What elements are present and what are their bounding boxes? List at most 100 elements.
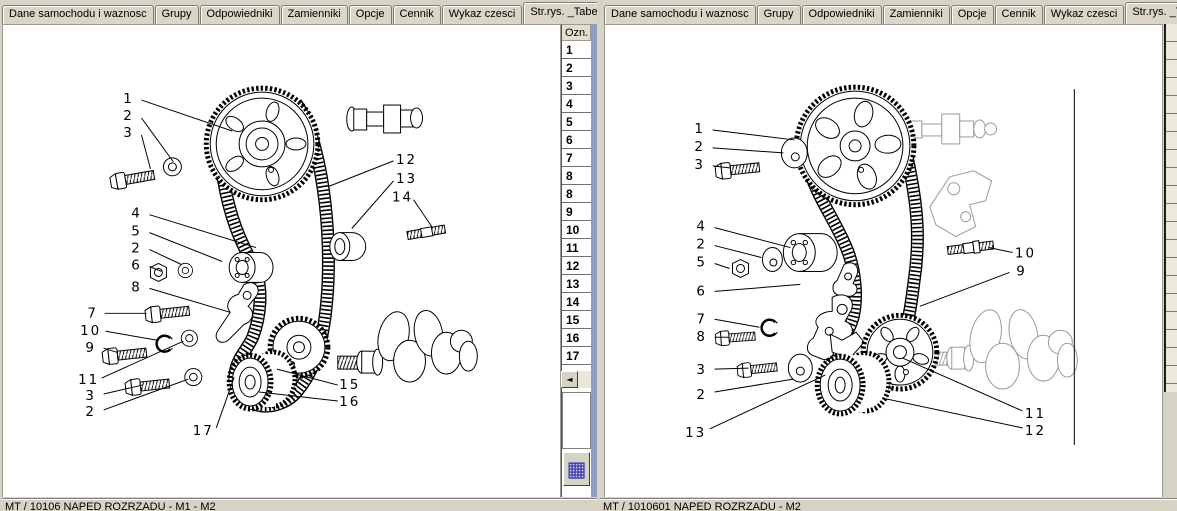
tab-4[interactable]: Zamienniki [883,5,950,24]
callout-number: 3 [123,126,134,141]
parts-table-row[interactable]: 14 [562,293,591,311]
callout-line [106,331,158,340]
bolt [102,345,147,365]
parts-table-header: Ozn. [562,24,591,41]
callout-number: 6 [696,284,707,299]
bolt [737,360,778,378]
callout-line [715,228,791,248]
tab-3[interactable]: Odpowiedniki [200,5,280,24]
horizontal-scrollbar[interactable]: ◄ [561,371,591,388]
callout-line [715,246,762,258]
parts-table-row[interactable]: 5 [562,113,591,131]
callout-line [142,135,151,169]
callout-number: 13 [685,426,706,441]
parts-table-row[interactable]: 7 [562,149,591,167]
tab-4[interactable]: Zamienniki [281,5,348,24]
selection-listbox[interactable] [562,392,591,449]
stud [407,225,446,240]
parts-table-row[interactable]: 1 [562,41,591,59]
parts-table-row[interactable]: 8 [562,167,591,185]
parts-table-row[interactable]: 11 [562,239,591,257]
callout-number: 9 [1016,264,1027,279]
tensioner-pulley [783,234,837,272]
callout-number: 2 [694,140,705,155]
parts-table-row[interactable]: 10 [562,221,591,239]
tab-1[interactable]: Dane samochodu i waznosc [604,5,756,24]
callout-number: 13 [396,172,417,187]
timing-belt-diagram-left: 1231213144526871091132171516 [3,25,560,497]
washer [185,369,202,386]
tab-6[interactable]: Cennik [393,5,441,24]
callout-number: 3 [696,363,707,378]
tab-7[interactable]: Wykaz czesci [442,5,523,24]
callout-number: 12 [1025,424,1046,439]
parts-table-row[interactable]: 16 [562,329,591,347]
table-view-button[interactable]: ▦ [563,452,590,486]
callout-number: 16 [339,395,360,410]
callout-line [715,319,760,327]
tab-2[interactable]: Grupy [155,5,199,24]
tab-8[interactable]: Str.rys. _Tabela [1125,2,1177,24]
callout-number: 2 [696,238,707,253]
crank-sprocket [817,353,889,414]
callout-line [713,148,784,153]
status-text: MT / 1010601 NAPED ROZRZADU - M2 [600,501,801,511]
tab-6[interactable]: Cennik [995,5,1043,24]
callout-line [352,181,394,229]
tab-5[interactable]: Opcje [349,5,392,24]
washer [762,248,782,272]
tab-2[interactable]: Grupy [757,5,801,24]
callout-number: 8 [696,330,707,345]
tab-bar-left: Dane samochodu i waznoscGrupyOdpowiednik… [2,2,597,24]
callout-line [414,200,433,228]
nut [150,263,166,281]
parts-table-row[interactable]: 12 [562,257,591,275]
scroll-left-button[interactable]: ◄ [561,371,578,388]
parts-table-row[interactable]: 8 [562,185,591,203]
scrollbar-track[interactable] [578,371,591,388]
camshaft-drawing [347,105,423,133]
status-bar-left: MT / 10106 NAPED ROZRZADU - M1 - M2 [2,498,597,511]
tab-1[interactable]: Dane samochodu i waznosc [2,5,154,24]
callout-number: 7 [696,312,707,327]
tab-3[interactable]: Odpowiedniki [802,5,882,24]
tab-8[interactable]: Str.rys. _Tabela [523,2,597,24]
parts-table-row[interactable]: 2 [562,59,591,77]
arrow-left-icon: ◄ [566,375,572,384]
bracket-hole [243,291,251,299]
callout-number: 2 [123,109,134,124]
parts-table-row[interactable]: 13 [562,275,591,293]
parts-table-row[interactable]: 15 [562,311,591,329]
vertical-scrollbar-strip[interactable] [591,24,597,497]
callout-line [920,272,1010,306]
tab-bar-right: Dane samochodu i waznoscGrupyOdpowiednik… [604,2,1177,24]
circlip [762,320,778,336]
bolt [109,167,155,190]
parts-table-row[interactable]: 17 [562,347,591,365]
camshaft-sprocket [796,87,914,205]
parts-table-row[interactable]: 4 [562,95,591,113]
mount-bracket [930,171,992,237]
status-bar-right: MT / 1010601 NAPED ROZRZADU - M2 [600,498,1177,511]
callout-line [149,233,222,262]
washer [181,330,197,346]
crank-sprocket [229,352,295,409]
callout-number: 3 [85,389,96,404]
tab-5[interactable]: Opcje [951,5,994,24]
parts-table-row[interactable]: 9 [562,203,591,221]
callout-number: 11 [1025,407,1046,422]
callout-number: 3 [694,158,705,173]
callout-number: 2 [696,388,707,403]
table-grid-icon: ▦ [567,457,587,481]
timing-belt-diagram-right: 12342567832131091112 [605,25,1162,497]
callout-line [142,118,174,162]
parts-table-cutoff [1164,24,1177,392]
tab-7[interactable]: Wykaz czesci [1044,5,1125,24]
callout-line [715,379,794,392]
parts-table-row[interactable]: 6 [562,131,591,149]
parts-table-row[interactable]: 3 [562,77,591,95]
callout-number: 1 [123,92,134,107]
callout-number: 14 [392,191,413,206]
callout-number: 2 [131,242,142,257]
callout-number: 12 [396,153,417,168]
